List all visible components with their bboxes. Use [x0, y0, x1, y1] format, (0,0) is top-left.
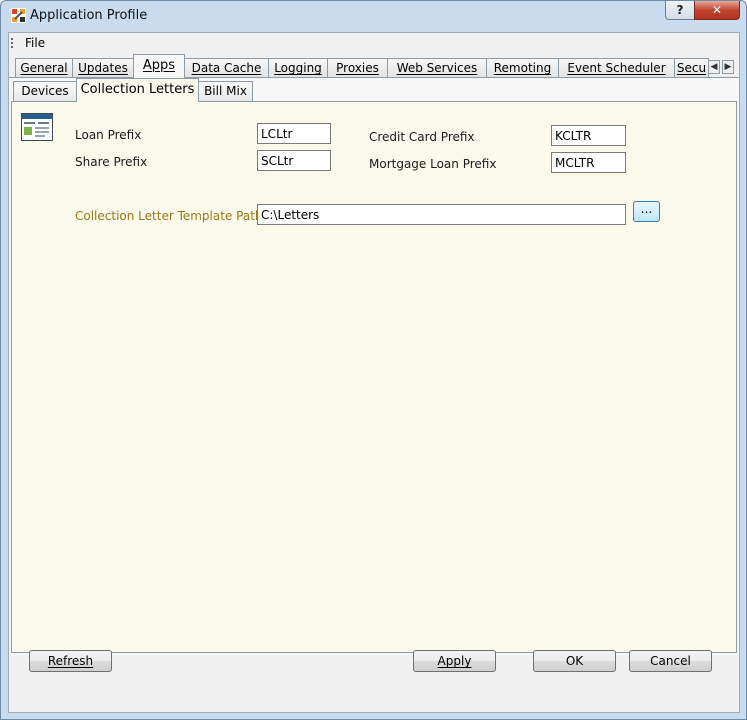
loan-prefix-input[interactable] — [257, 123, 331, 144]
help-button[interactable]: ? — [665, 1, 695, 20]
app-icon[interactable] — [11, 8, 26, 23]
title-bar[interactable]: Application Profile ? ✕ — [1, 1, 746, 31]
tab-apps[interactable]: Apps — [133, 54, 185, 78]
share-prefix-label: Share Prefix — [75, 155, 148, 169]
sub-tab-strip: Devices Collection Letters Bill Mix — [11, 78, 737, 102]
cancel-button-label: Cancel — [650, 654, 691, 668]
tab-bill-mix[interactable]: Bill Mix — [198, 81, 253, 101]
tab-scroll-left-button[interactable]: ◀ — [708, 60, 720, 74]
tab-event-scheduler[interactable]: Event Scheduler — [558, 58, 675, 77]
tab-collection-letters[interactable]: Collection Letters — [76, 78, 199, 102]
tab-scroll-right-button[interactable]: ▶ — [722, 60, 734, 74]
close-button[interactable]: ✕ — [694, 1, 740, 20]
window-title: Application Profile — [30, 8, 148, 23]
mortgage-loan-prefix-input[interactable] — [551, 152, 626, 173]
top-tab-strip: General Updates Apps Data Cache Logging … — [9, 54, 739, 78]
ok-button[interactable]: OK — [533, 650, 616, 672]
apply-button-label: Apply — [437, 654, 472, 668]
tab-remoting[interactable]: Remoting — [486, 58, 559, 77]
tab-proxies[interactable]: Proxies — [327, 58, 388, 77]
cancel-button[interactable]: Cancel — [629, 650, 712, 672]
credit-card-prefix-label: Credit Card Prefix — [369, 130, 475, 144]
apply-button[interactable]: Apply — [413, 650, 496, 672]
question-mark-icon: ? — [676, 3, 684, 17]
chevron-right-icon: ▶ — [724, 62, 732, 72]
mortgage-loan-prefix-label: Mortgage Loan Prefix — [369, 157, 497, 171]
menu-bar: File — [9, 33, 739, 54]
application-profile-window: Application Profile ? ✕ File General Upd… — [0, 0, 747, 720]
template-path-input[interactable] — [257, 204, 626, 225]
refresh-button[interactable]: Refresh — [29, 650, 112, 672]
chevron-left-icon: ◀ — [710, 62, 718, 72]
menu-file[interactable]: File — [23, 36, 47, 50]
close-icon: ✕ — [711, 3, 723, 17]
tab-updates[interactable]: Updates — [72, 58, 134, 77]
ok-button-label: OK — [565, 654, 584, 668]
tab-security[interactable]: Secu — [674, 58, 709, 77]
loan-prefix-label: Loan Prefix — [75, 128, 142, 142]
browse-button[interactable]: ... — [633, 201, 660, 222]
tab-devices[interactable]: Devices — [13, 81, 77, 101]
credit-card-prefix-input[interactable] — [551, 125, 626, 146]
apps-tab-panel: Devices Collection Letters Bill Mix Loan… — [9, 77, 739, 655]
tab-general[interactable]: General — [15, 58, 73, 77]
tab-web-services[interactable]: Web Services — [387, 58, 487, 77]
refresh-button-label: Refresh — [47, 654, 94, 668]
menu-grip[interactable] — [11, 38, 13, 48]
collection-letters-panel: Loan Prefix Share Prefix Credit Card Pre… — [11, 101, 737, 653]
tab-logging[interactable]: Logging — [268, 58, 328, 77]
tab-data-cache[interactable]: Data Cache — [184, 58, 269, 77]
template-path-label: Collection Letter Template Path — [75, 209, 263, 223]
client-area: File General Updates Apps Data Cache Log… — [8, 32, 740, 713]
share-prefix-input[interactable] — [257, 150, 331, 171]
collection-letters-icon — [21, 113, 53, 141]
